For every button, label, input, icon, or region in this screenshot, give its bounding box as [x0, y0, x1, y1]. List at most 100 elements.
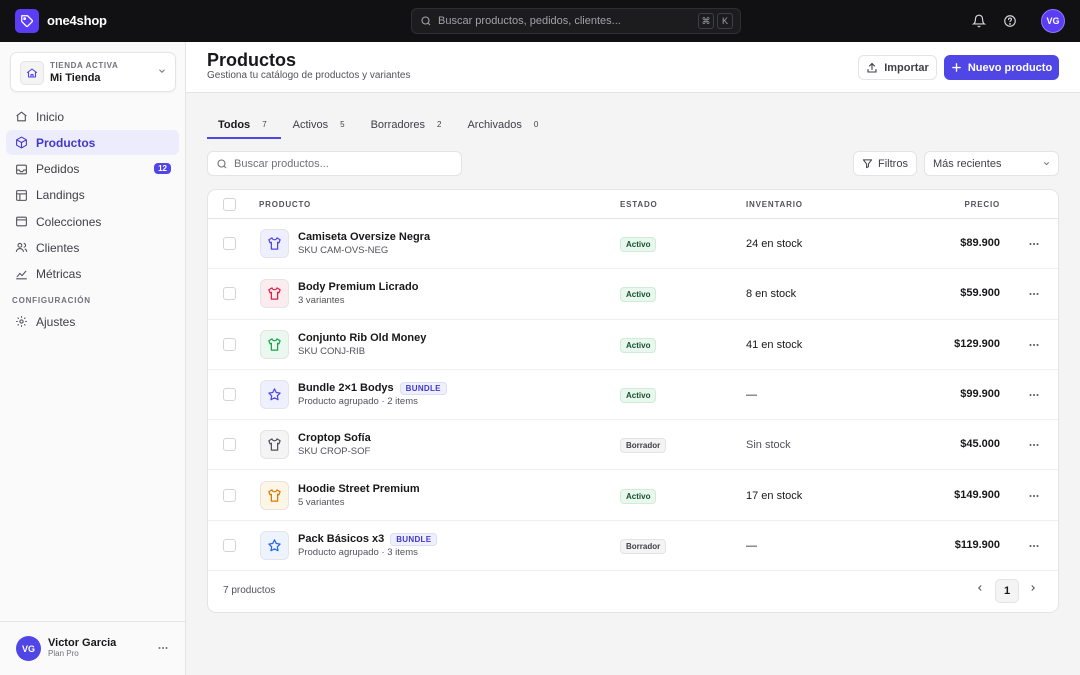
product-thumbnail [260, 279, 289, 309]
status-badge: Activo [620, 287, 657, 303]
more-horizontal-icon[interactable] [1028, 288, 1040, 300]
product-name: Camiseta Oversize Negra [298, 231, 431, 243]
product-name-cell[interactable]: Camiseta Oversize Negra [298, 231, 430, 243]
more-horizontal-icon[interactable] [157, 642, 169, 657]
column-header-status[interactable]: ESTADO [620, 200, 658, 209]
product-name-cell[interactable]: Pack Básicos x3 BUNDLE [298, 532, 438, 546]
product-name: Pack Básicos x3 [298, 533, 385, 546]
product-name: Bundle 2×1 Bodys [298, 382, 394, 395]
more-horizontal-icon[interactable] [1028, 490, 1040, 502]
table-header: PRODUCTO ESTADO INVENTARIO PRECIO [208, 190, 1058, 219]
star-icon [267, 387, 282, 402]
row-checkbox[interactable] [223, 237, 236, 250]
row-checkbox[interactable] [223, 387, 236, 401]
new-product-button[interactable]: Nuevo producto [944, 55, 1059, 80]
price-cell: $99.900 [960, 387, 1000, 400]
filters-label: Filtros [878, 157, 908, 170]
row-checkbox[interactable] [223, 488, 236, 502]
row-checkbox[interactable] [223, 538, 236, 552]
price-cell: $119.900 [954, 538, 1000, 551]
sidebar-settings-nav: Ajustes [6, 309, 179, 335]
product-name-cell[interactable]: Croptop Sofía [298, 432, 371, 444]
more-horizontal-icon[interactable] [1028, 339, 1040, 351]
sidebar-item-colecciones[interactable]: Colecciones [6, 209, 179, 234]
more-horizontal-icon[interactable] [1028, 389, 1040, 401]
row-checkbox[interactable] [223, 438, 236, 452]
chevron-left-icon[interactable] [975, 583, 985, 593]
store-switcher[interactable]: TIENDA ACTIVA Mi Tienda [10, 52, 176, 92]
help-icon[interactable] [1001, 12, 1019, 30]
price-cell: $89.900 [960, 237, 1000, 249]
table-row[interactable]: Hoodie Street Premium 5 variantes Activo 17… [208, 471, 1058, 521]
user-avatar-top[interactable]: VG [1041, 9, 1065, 33]
status-badge: Borrador [620, 538, 667, 554]
filters-button[interactable]: Filtros [853, 151, 917, 176]
product-subtitle: 3 variantes [298, 295, 345, 307]
sidebar-item-ajustes[interactable]: Ajustes [6, 309, 179, 334]
sidebar-item-inicio[interactable]: Inicio [6, 104, 179, 129]
page-number-button[interactable]: 1 [995, 579, 1019, 603]
bell-icon[interactable] [970, 12, 988, 30]
shirt-icon [267, 236, 282, 251]
bundle-tag: BUNDLE [390, 532, 438, 546]
column-header-product[interactable]: PRODUCTO [259, 200, 311, 209]
global-search[interactable]: Buscar productos, pedidos, clientes... ⌘… [411, 8, 741, 34]
status-badge: Activo [620, 488, 657, 504]
sidebar-item-pedidos[interactable]: Pedidos 12 [6, 157, 179, 182]
row-checkbox[interactable] [223, 287, 236, 301]
product-name-cell[interactable]: Bundle 2×1 Bodys BUNDLE [298, 381, 447, 395]
inventory-cell: Sin stock [746, 439, 791, 452]
table-row[interactable]: Pack Básicos x3 BUNDLE Producto agrupado ·… [208, 521, 1058, 572]
plus-icon [951, 62, 962, 73]
column-header-inventory[interactable]: INVENTARIO [746, 200, 803, 209]
shortcut-letter-key: K [717, 13, 733, 29]
products-table: PRODUCTO ESTADO INVENTARIO PRECIO Camise… [207, 189, 1059, 613]
sidebar-item-metricas[interactable]: Métricas [6, 262, 179, 287]
product-thumbnail [260, 379, 289, 409]
sidebar-item-landings[interactable]: Landings [6, 183, 179, 208]
sidebar-item-clientes[interactable]: Clientes [6, 235, 179, 260]
sidebar-item-label: Inicio [36, 109, 65, 124]
sidebar-item-label: Landings [36, 188, 85, 203]
tab-label: Archivados [467, 118, 522, 131]
tab-count: 2 [436, 120, 442, 129]
table-row[interactable]: Body Premium Licrado 3 variantes Activo 8 e… [208, 269, 1058, 320]
product-name-cell[interactable]: Conjunto Rib Old Money [298, 332, 426, 344]
table-row[interactable]: Conjunto Rib Old Money SKU CONJ-RIB Activo… [208, 320, 1058, 370]
table-row[interactable]: Camiseta Oversize Negra SKU CAM-OVS-NEG Ac… [208, 219, 1058, 270]
import-button[interactable]: Importar [858, 55, 937, 80]
column-header-price[interactable]: PRECIO [965, 200, 1000, 209]
product-name-cell[interactable]: Hoodie Street Premium [298, 483, 420, 495]
home-icon [14, 110, 28, 124]
top-bar: one4shop Buscar productos, pedidos, clie… [0, 0, 1080, 42]
table-row[interactable]: Bundle 2×1 Bodys BUNDLE Producto agrupado … [208, 370, 1058, 421]
user-profile[interactable]: VG Victor Garcia Plan Pro [0, 621, 186, 675]
product-search-input[interactable]: Buscar productos... [207, 151, 462, 176]
tab-borradores[interactable]: Borradores 2 [360, 110, 456, 139]
users-icon [14, 241, 28, 255]
app-name[interactable]: one4shop [47, 13, 107, 28]
logo-icon[interactable] [15, 9, 39, 33]
tab-todos[interactable]: Todos 7 [207, 110, 281, 139]
sort-select[interactable]: Más recientes [924, 151, 1059, 176]
shortcut-mod-key: ⌘ [698, 13, 714, 29]
tab-activos[interactable]: Activos 5 [282, 110, 359, 139]
sort-value: Más recientes [933, 157, 1002, 170]
product-thumbnail [260, 480, 289, 510]
inventory-cell: 41 en stock [746, 338, 803, 351]
sidebar-item-label: Métricas [36, 267, 82, 282]
more-horizontal-icon[interactable] [1028, 238, 1040, 250]
filter-icon [862, 158, 873, 169]
table-row[interactable]: Croptop Sofía SKU CROP-SOF Borrador Sin sto… [208, 420, 1058, 471]
price-cell: $129.900 [954, 337, 1000, 350]
select-all-checkbox[interactable] [223, 198, 236, 211]
sidebar-item-productos[interactable]: Productos [6, 130, 179, 156]
chevron-right-icon[interactable] [1028, 583, 1038, 593]
product-name-cell[interactable]: Body Premium Licrado [298, 281, 418, 293]
more-horizontal-icon[interactable] [1028, 439, 1040, 451]
tab-archivados[interactable]: Archivados 0 [456, 110, 552, 139]
more-horizontal-icon[interactable] [1028, 540, 1040, 552]
chevron-down-icon [1042, 159, 1051, 168]
row-checkbox[interactable] [223, 337, 236, 351]
product-subtitle: SKU CONJ-RIB [298, 345, 366, 357]
